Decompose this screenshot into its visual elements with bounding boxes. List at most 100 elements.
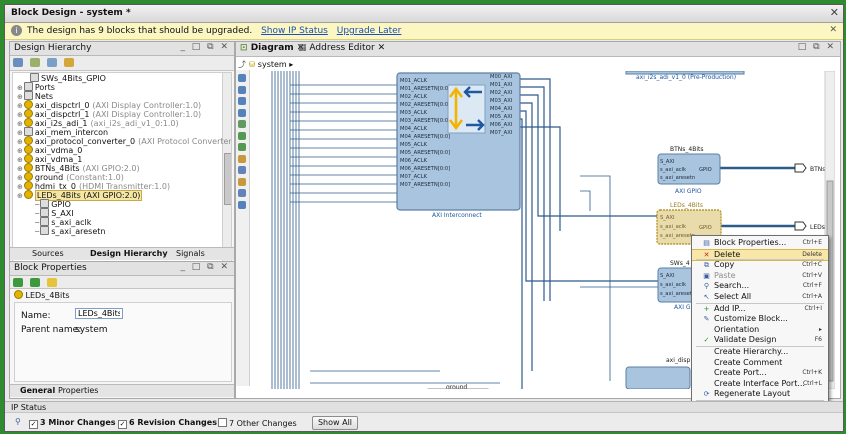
paste-icon: ▣ [703,271,710,280]
tree-item[interactable]: ⊕ ground (Constant:1.0) [13,172,231,182]
collapse-all-icon[interactable] [29,58,40,67]
menu-item-customize-block[interactable]: ✎ Customize Block... [692,314,828,325]
menu-item-label: Search... [714,281,750,291]
tree-item[interactable]: ⊕ axi_i2s_adi_1 (axi_i2s_adi_v1_0:1.0) [13,118,231,128]
menu-item-select-all[interactable]: ↖ Select All Ctrl+A [692,292,828,303]
breadcrumb-system[interactable]: system [258,60,287,69]
btns-port-name: BTNs [810,166,825,173]
minor-changes-checkbox[interactable]: ✓ 3 Minor Changes [29,418,116,429]
tab-design-hierarchy[interactable]: Design Hierarchy [90,249,168,258]
btns-gpio-label: GPIO [699,167,712,173]
pin-icon[interactable] [238,177,246,186]
tab-properties[interactable]: Properties [58,386,98,395]
menu-item-shortcut: Ctrl+E [802,239,823,246]
show-all-button[interactable]: Show All [312,416,358,430]
regenerate-icon[interactable] [238,166,246,174]
menu-item-validate-design[interactable]: ✓ Validate Design F6 [692,335,828,346]
other-changes-checkbox[interactable]: 7 Other Changes [218,418,297,428]
tree-item[interactable]: ⊕ axi_vdma_0 [13,145,231,155]
select-icon[interactable] [46,278,57,287]
up-hierarchy-icon[interactable]: ⤴ [238,60,246,69]
tree-item[interactable]: SWs_4Bits_GPIO [13,73,231,83]
refresh-icon[interactable] [238,200,246,209]
tree-item[interactable]: ⊕ axi_dispctrl_1 (AXI Display Controller:1… [13,109,231,119]
panel-controls[interactable]: _ □ ⧉ ✕ [180,262,230,272]
interconnect-port-label: M06_ARESETN[0:0] [400,166,450,172]
menu-item-create-comment[interactable]: Create Comment [692,358,828,369]
tree-item[interactable]: ─ S_AXI [13,208,231,218]
ip-block-icon [23,154,33,163]
menu-item-shortcut: Ctrl+A [802,293,822,300]
tree-item[interactable]: ─ s_axi_aclk [13,217,231,227]
expand-all-icon[interactable] [46,58,57,67]
tab-diagram[interactable]: ⊡ Diagram ✕ [240,43,304,53]
menu-item-regenerate-layout[interactable]: ⟳ Regenerate Layout [692,389,828,400]
tree-item[interactable]: ⊕ hdmi_tx_0 (HDMI Transmitter:1.0) [13,181,231,191]
tree-item[interactable]: ─ GPIO [13,199,231,209]
delete-icon: ✕ [703,250,710,259]
menu-item-block-properties[interactable]: ▤ Block Properties... Ctrl+E [692,238,828,249]
btns-port-label: S_AXI [660,159,675,165]
menu-item-search[interactable]: ⚲ Search... Ctrl+F [692,281,828,292]
editor-controls[interactable]: □ ⧉ ✕ [798,42,836,52]
validate-icon[interactable] [238,143,246,151]
search-icon[interactable]: ⚲ [15,417,21,426]
tree-item[interactable]: ⊕ axi_vdma_1 [13,154,231,164]
search-icon[interactable] [13,58,23,67]
diagram-toolbar [236,70,250,386]
parent-name-label: Parent name: [21,325,82,335]
close-icon[interactable]: ✕ [830,6,839,19]
menu-item-paste[interactable]: ▣ Paste Ctrl+V [692,271,828,282]
tree-item[interactable]: ⊕ axi_mem_intercon [13,127,231,137]
menu-item-create-port[interactable]: Create Port... Ctrl+K [692,368,828,379]
copy-icon: ⧉ [704,261,709,270]
upgrade-banner: i The design has 9 blocks that should be… [5,23,843,40]
zoom-fit-icon[interactable] [238,97,246,105]
zoom-in-icon[interactable] [238,74,246,82]
menu-item-label: Create Comment [714,357,783,367]
upgrade-later-link[interactable]: Upgrade Later [337,26,402,36]
tree-item[interactable]: ⊕ axi_protocol_converter_0 (AXI Protocol C… [13,136,231,146]
menu-item-add-ip[interactable]: + Add IP... Ctrl+I [692,304,828,315]
search-icon[interactable] [238,189,246,197]
interconnect-label: AXI Interconnect [432,212,482,219]
block-properties-panel: Block Properties _ □ ⧉ ✕ LEDs_4Bits Name… [9,261,235,399]
hierarchy-tree: SWs_4Bits_GPIO ⊕ Ports ⊕ Nets ⊕ axi_dispctrl_0… [12,72,232,275]
folder-icon [23,127,33,136]
interconnect-port-label: M03_ACLK [400,110,428,116]
fit-selection-icon[interactable] [238,120,246,128]
menu-item-copy[interactable]: ⧉ Copy Ctrl+C [692,260,828,271]
menu-item-orientation[interactable]: Orientation ▸ [692,325,828,336]
interconnect-output-label: M07_AXI [490,130,513,136]
back-icon[interactable] [13,278,23,287]
show-ip-status-link[interactable]: Show IP Status [261,26,328,36]
add-ip-icon[interactable] [238,154,246,163]
tree-item[interactable]: ⊕ Ports [13,82,231,92]
show-hierarchy-icon[interactable] [63,58,74,67]
tree-item[interactable]: ⊕ axi_dispctrl_0 (AXI Display Controller:1… [13,100,231,110]
revision-changes-checkbox[interactable]: ✓ 6 Revision Changes [118,418,217,429]
close-banner-icon[interactable]: ✕ [829,25,837,35]
tree-item[interactable]: ─ s_axi_aresetn [13,226,231,236]
menu-item-create-hierarchy[interactable]: Create Hierarchy... [692,347,828,358]
zoom-area-icon[interactable] [238,108,246,117]
forward-icon[interactable] [29,278,40,287]
sws-block-name: SWs_4 [670,260,690,267]
tab-address-editor[interactable]: ▦ Address Editor ✕ [298,43,385,53]
menu-item-create-interface-port[interactable]: Create Interface Port... Ctrl+L [692,379,828,390]
tab-general[interactable]: General [20,386,55,395]
auto-connect-icon[interactable] [238,131,246,140]
panel-title: Design Hierarchy [14,43,92,53]
dispctrl-block [625,366,691,389]
tab-signals[interactable]: Signals [176,249,205,258]
validate-icon: ✓ [703,336,710,345]
panel-controls[interactable]: _ □ ⧉ ✕ [180,42,230,52]
tab-sources[interactable]: Sources [32,249,64,258]
window-titlebar: Block Design - system * ✕ [5,5,843,23]
tree-item[interactable]: ⊕ BTNs_4Bits (AXI GPIO:2.0) [13,163,231,173]
block-icon [14,290,23,299]
tree-item[interactable]: ⊕ LEDs_4Bits (AXI GPIO:2.0) [13,190,231,201]
name-field[interactable] [75,308,123,319]
zoom-out-icon[interactable] [238,85,246,94]
tree-item[interactable]: ⊕ Nets [13,91,231,101]
